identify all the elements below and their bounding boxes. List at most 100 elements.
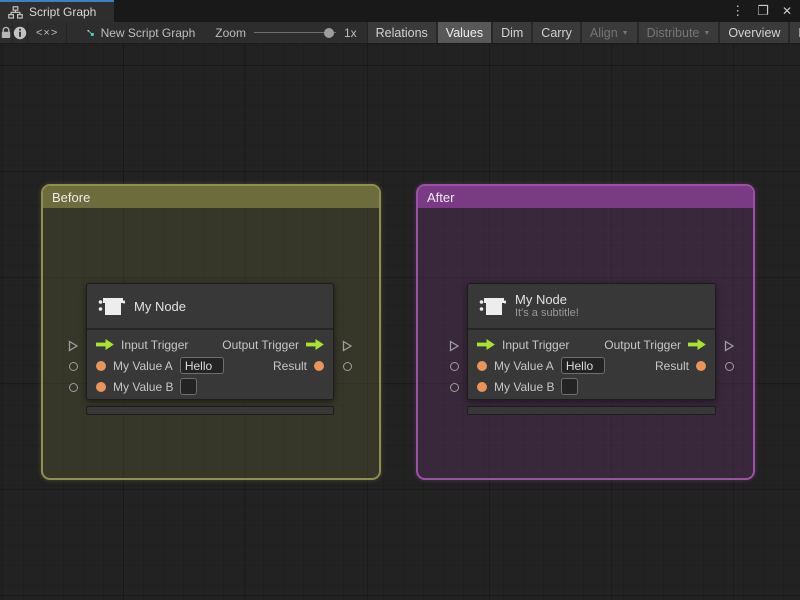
port-row: My Value A Result (468, 355, 715, 376)
flow-output-connector[interactable] (722, 335, 736, 356)
triangle-port-icon (724, 339, 735, 352)
value-port-icon[interactable] (696, 360, 706, 371)
node-after-footer (467, 406, 716, 415)
value-input-connector[interactable] (66, 356, 80, 377)
zoom-slider[interactable] (253, 27, 336, 38)
group-after-header[interactable]: After (418, 186, 753, 208)
graph-name-label: New Script Graph (100, 25, 196, 40)
value-b-field[interactable] (561, 378, 579, 395)
port-row: Input Trigger Output Trigger (468, 334, 715, 355)
zoom-cell: Zoom 1x (207, 22, 368, 43)
overview-button[interactable]: Overview (720, 22, 791, 43)
circle-port-icon (68, 383, 78, 392)
port-label: My Value B (113, 379, 174, 394)
group-before-header[interactable]: Before (43, 186, 379, 208)
port-label: Result (654, 358, 689, 373)
node-after-body[interactable]: My Node It's a subtitle! Input Trigger O… (467, 283, 716, 400)
zoom-value: 1x (343, 25, 357, 40)
fullscreen-button[interactable]: Full Scr (790, 22, 800, 43)
node-before-footer (86, 406, 334, 415)
chevron-down-icon: ▼ (621, 30, 629, 37)
dim-button[interactable]: Dim (493, 22, 534, 43)
value-port-icon[interactable] (477, 360, 487, 371)
value-a-field[interactable] (179, 357, 224, 374)
port-label: My Value B (494, 379, 555, 394)
port-row: My Value B (87, 376, 333, 397)
port-label: My Value A (113, 358, 173, 373)
triangle-port-icon (449, 339, 460, 352)
values-label: Values (445, 25, 484, 40)
relations-button[interactable]: Relations (367, 22, 438, 43)
group-before-label: Before (52, 189, 91, 205)
window-menu-icon[interactable]: ⋮ (731, 0, 744, 22)
port-label: Result (272, 358, 307, 373)
flow-output-connector[interactable] (340, 335, 354, 356)
window-controls: ⋮ ❐ ✕ (731, 0, 792, 22)
circle-port-icon (342, 362, 352, 371)
value-a-field[interactable] (560, 357, 605, 374)
value-port-icon[interactable] (314, 360, 324, 371)
value-input-connector[interactable] (66, 377, 80, 398)
circle-port-icon (449, 383, 459, 392)
dim-label: Dim (501, 25, 524, 40)
port-label: Input Trigger (502, 337, 570, 352)
zoom-slider-handle[interactable] (323, 27, 334, 38)
value-port-icon[interactable] (477, 381, 487, 392)
carry-button[interactable]: Carry (533, 22, 582, 43)
graph-name-cell[interactable]: New Script Graph (79, 22, 203, 43)
value-b-field[interactable] (180, 378, 198, 395)
unit-node-icon (479, 298, 506, 315)
distribute-button[interactable]: Distribute ▼ (638, 22, 721, 43)
code-preview-icon: <×> (36, 26, 59, 39)
triangle-port-icon (342, 339, 353, 352)
value-input-connector[interactable] (447, 377, 461, 398)
view-buttons: Relations Values Dim Carry Align ▼ Distr… (367, 22, 800, 43)
flow-arrow-icon[interactable] (688, 339, 706, 350)
value-port-icon[interactable] (96, 381, 106, 392)
node-title: My Node (515, 292, 568, 307)
lock-button[interactable] (0, 22, 13, 43)
flow-arrow-icon[interactable] (477, 339, 495, 350)
node-after-header[interactable]: My Node It's a subtitle! (468, 284, 715, 330)
tab-script-graph[interactable]: Script Graph (0, 0, 114, 22)
node-after-ports: Input Trigger Output Trigger My Value A … (468, 330, 715, 399)
align-button[interactable]: Align ▼ (581, 22, 639, 43)
unit-node-icon (98, 298, 125, 315)
node-before-body[interactable]: My Node Input Trigger Output Trigger My … (86, 283, 334, 400)
flow-input-connector[interactable] (66, 335, 80, 356)
node-before-left-connectors (66, 335, 80, 398)
value-input-connector[interactable] (447, 356, 461, 377)
node-before-header[interactable]: My Node (87, 284, 333, 330)
align-label: Align (589, 25, 618, 40)
node-before-right-connectors (340, 335, 354, 377)
flow-arrow-icon[interactable] (306, 339, 324, 350)
tab-bar: Script Graph ⋮ ❐ ✕ (0, 0, 800, 22)
maximize-icon[interactable]: ❐ (757, 0, 769, 22)
info-icon (13, 26, 27, 39)
node-after-left-connectors (447, 335, 461, 398)
triangle-port-icon (68, 339, 79, 352)
port-label: Output Trigger (222, 337, 299, 352)
zoom-label: Zoom (215, 25, 246, 40)
info-button[interactable] (13, 22, 28, 43)
flow-input-connector[interactable] (447, 335, 461, 356)
port-label: Output Trigger (604, 337, 681, 352)
node-before[interactable]: My Node Input Trigger Output Trigger My … (68, 283, 353, 415)
tab-label: Script Graph (29, 5, 97, 19)
node-before-ports: Input Trigger Output Trigger My Value A … (87, 330, 333, 399)
distribute-label: Distribute (646, 25, 700, 40)
port-row: Input Trigger Output Trigger (87, 334, 333, 355)
close-icon[interactable]: ✕ (782, 0, 792, 22)
values-button[interactable]: Values (437, 22, 494, 43)
chevron-down-icon: ▼ (703, 30, 711, 37)
port-label: My Value A (494, 358, 554, 373)
flow-arrow-icon[interactable] (96, 339, 114, 350)
node-after[interactable]: My Node It's a subtitle! Input Trigger O… (449, 283, 735, 415)
carry-label: Carry (541, 25, 572, 40)
value-port-icon[interactable] (96, 360, 106, 371)
value-output-connector[interactable] (722, 356, 736, 377)
graph-canvas[interactable]: Before After My Node Input Trigger Outpu… (0, 44, 800, 600)
value-output-connector[interactable] (340, 356, 354, 377)
port-row: My Value B (468, 376, 715, 397)
code-preview-toggle[interactable]: <×> (28, 22, 68, 43)
